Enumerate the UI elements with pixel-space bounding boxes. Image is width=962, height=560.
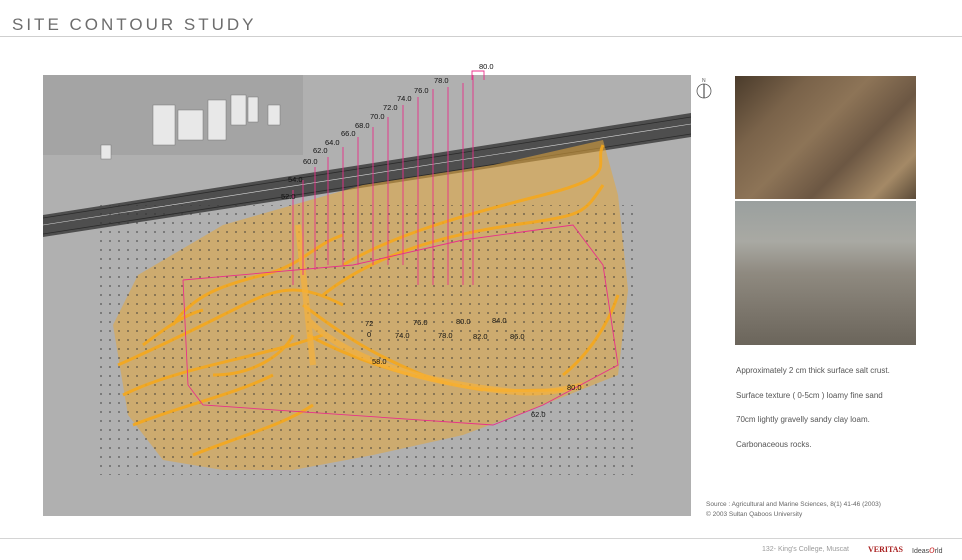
contour-label: 72.0 [383,103,398,112]
ground-surface-photo [735,201,916,345]
copyright-line: © 2003 Sultan Qaboos University [706,511,803,518]
contour-label: 60.0 [303,157,318,166]
svg-text:N: N [702,78,706,84]
footer-page-label: 132- King's College, Muscat [762,546,849,553]
veritas-logo: VERITAS [868,545,903,554]
contour-label: 84.0 [492,316,507,325]
contour-map-svg: 80.0 78.0 76.0 74.0 72.0 70.0 68.0 66.0 … [43,75,691,516]
north-arrow-icon: N [696,78,712,99]
soil-notes: Approximately 2 cm thick surface salt cr… [736,366,946,464]
contour-label: 78.0 [438,331,453,340]
note-item: Carbonaceous rocks. [736,439,812,449]
contour-label: 80.0 [456,317,471,326]
contour-label: 80.0 [567,383,582,392]
contour-label: 76.0 [414,86,429,95]
contour-label: 68.0 [355,121,370,130]
contour-leader [471,70,485,80]
source-line: Source : Agricultural and Marine Science… [706,501,881,508]
rock-photo [735,76,916,199]
contour-label: 86.0 [510,332,525,341]
contour-label: 70.0 [370,112,385,121]
contour-label: 76.0 [413,318,428,327]
note-item: Approximately 2 cm thick surface salt cr… [736,366,890,375]
contour-label: 0 [367,330,371,339]
note-item: 70cm lightly gravelly sandy clay loam. [736,415,870,424]
contour-label: 74.0 [395,331,410,340]
site-map: 80.0 78.0 76.0 74.0 72.0 70.0 68.0 66.0 … [43,75,691,516]
contour-label: 82.0 [473,332,488,341]
contour-label: 58.0 [372,357,387,366]
header-divider [0,36,962,37]
contour-label: 66.0 [341,129,356,138]
contour-label: 74.0 [397,94,412,103]
source-citation: Source : Agricultural and Marine Science… [706,500,881,520]
contour-label: 78.0 [434,76,449,85]
page-title: SITE CONTOUR STUDY [12,15,257,34]
note-item: Surface texture ( 0-5cm ) loamy fine san… [736,390,883,400]
contour-label: 54.0 [288,175,303,184]
ideas-world-logo: Ideasorld [912,545,943,556]
contour-label: 52.0 [281,192,296,201]
contour-label: 62.0 [313,146,328,155]
footer-divider [0,538,962,539]
contour-label: 62.0 [531,410,546,419]
contour-label: 72 [365,319,373,328]
